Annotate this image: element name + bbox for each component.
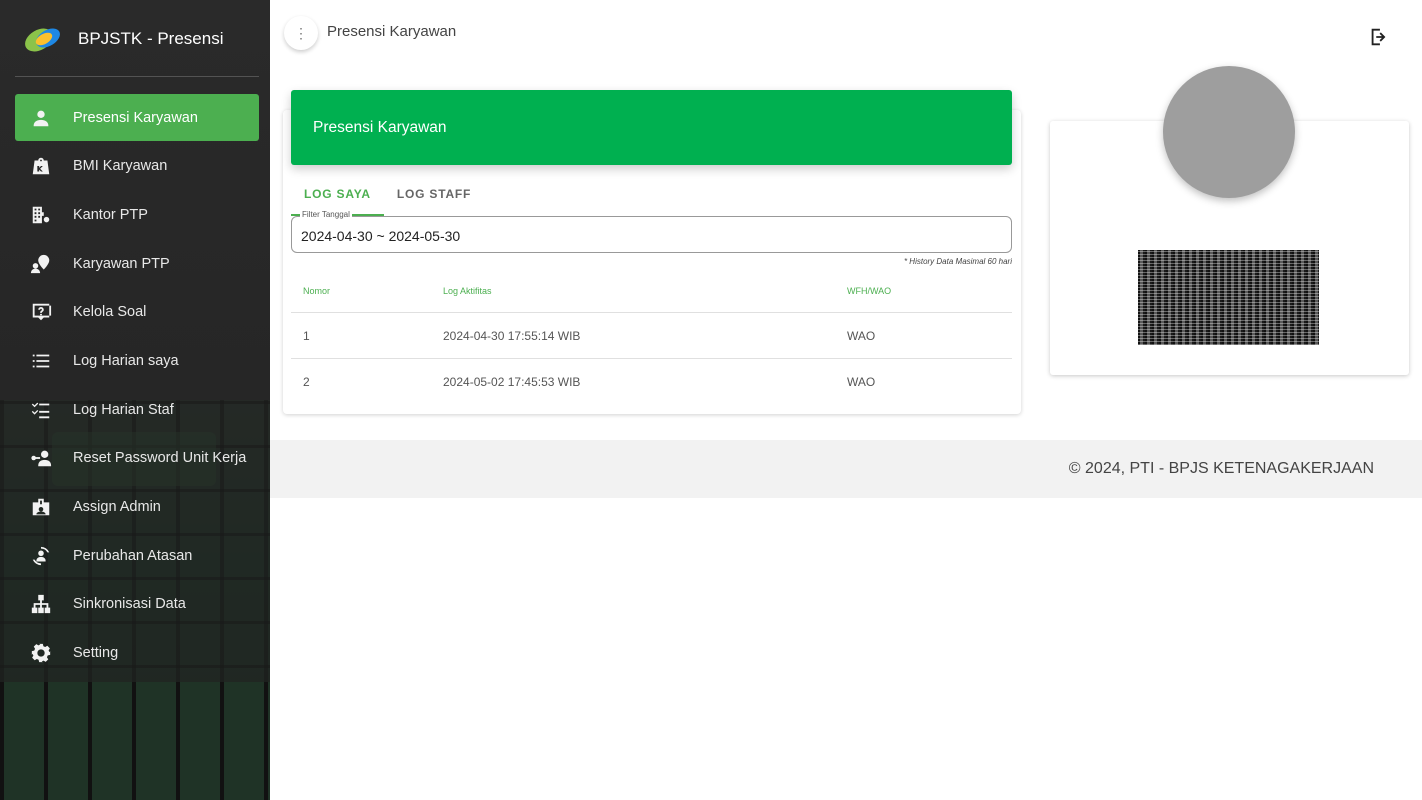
sidebar-item-kantor-ptp[interactable]: Kantor PTP [15, 191, 259, 238]
sidebar-item-sinkronisasi-data[interactable]: Sinkronisasi Data [15, 581, 259, 628]
key-person-icon [29, 446, 53, 470]
sidebar-item-label: Sinkronisasi Data [73, 596, 186, 613]
cell-wfh-wao: WAO [847, 328, 876, 343]
sidebar-item-log-harian-staf[interactable]: Log Harian Staf [15, 386, 259, 433]
table-row[interactable]: 2 2024-05-02 17:45:53 WIB WAO [291, 359, 1012, 405]
sidebar-item-reset-password[interactable]: Reset Password Unit Kerja [15, 435, 259, 482]
page-title: Presensi Karyawan [327, 23, 457, 40]
badge-icon [29, 495, 53, 519]
table-header: Nomor Log Aktifitas WFH/WAO [291, 270, 1012, 313]
log-table: Nomor Log Aktifitas WFH/WAO 1 2024-04-30… [291, 270, 1012, 405]
date-filter-label: Filter Tanggal [300, 210, 352, 219]
sidebar-item-label: Perubahan Atasan [73, 547, 193, 564]
sidebar-item-kelola-soal[interactable]: Kelola Soal [15, 289, 259, 336]
sidebar-item-label: Karyawan PTP [73, 255, 170, 272]
sidebar-item-label: Log Harian saya [73, 352, 179, 369]
sitemap-icon [29, 592, 53, 616]
app-title: BPJSTK - Presensi [78, 29, 224, 48]
cell-wfh-wao: WAO [847, 375, 876, 389]
column-header-log-aktifitas[interactable]: Log Aktifitas [430, 286, 834, 296]
employee-location-icon [29, 252, 53, 276]
sidebar-item-label: Assign Admin [73, 499, 161, 515]
sidebar-item-setting[interactable]: Setting [15, 630, 259, 677]
sidebar-menu: Presensi Karyawan BMI Karyawan Kantor PT… [15, 94, 259, 678]
sidebar-item-label: Reset Password Unit Kerja [73, 450, 247, 467]
sidebar-item-label: Presensi Karyawan [73, 109, 198, 126]
sidebar-item-label: Kantor PTP [73, 206, 148, 223]
list-icon [29, 349, 53, 373]
sidebar-item-karyawan-ptp[interactable]: Karyawan PTP [15, 240, 259, 287]
cell-nomor: 2 [303, 375, 310, 389]
checklist-icon [29, 398, 53, 422]
more-vertical-icon: ⋮ [294, 24, 308, 41]
sidebar-background-bottom [0, 682, 270, 800]
sidebar-item-bmi-karyawan[interactable]: BMI Karyawan [15, 143, 259, 190]
divider [15, 76, 259, 77]
date-filter-value: 2024-04-30 ~ 2024-05-30 [301, 228, 461, 244]
sidebar-item-label: BMI Karyawan [73, 158, 168, 175]
question-box-icon [29, 300, 53, 324]
gear-icon [29, 641, 53, 665]
person-sync-icon [29, 544, 53, 568]
cell-nomor: 1 [303, 328, 310, 343]
table-row[interactable]: 1 2024-04-30 17:55:14 WIB WAO [291, 313, 1012, 359]
sidebar-item-label: Setting [73, 645, 119, 662]
sidebar: BPJSTK - Presensi Presensi Karyawan BMI … [0, 0, 270, 800]
sidebar-item-log-harian-saya[interactable]: Log Harian saya [15, 337, 259, 384]
footer: © 2024, PTI - BPJS KETENAGAKERJAAN [270, 440, 1422, 498]
cell-log-aktifitas: 2024-04-30 17:55:14 WIB [443, 328, 581, 343]
tab-log-staff[interactable]: LOG STAFF [384, 180, 484, 216]
sidebar-item-assign-admin[interactable]: Assign Admin [15, 484, 259, 531]
sidebar-item-presensi-karyawan[interactable]: Presensi Karyawan [15, 94, 259, 141]
column-header-wfh-wao[interactable]: WFH/WAO [834, 286, 1012, 296]
history-note: * History Data Masimal 60 hari [903, 257, 1012, 266]
column-header-nomor[interactable]: Nomor [291, 286, 430, 296]
sidebar-item-perubahan-atasan[interactable]: Perubahan Atasan [15, 532, 259, 579]
date-filter-input[interactable]: Filter Tanggal 2024-04-30 ~ 2024-05-30 [291, 210, 1012, 253]
card-header: Presensi Karyawan [291, 90, 1012, 165]
brand[interactable]: BPJSTK - Presensi [22, 22, 224, 56]
bpjs-logo-icon [22, 22, 66, 56]
sidebar-toggle-button[interactable]: ⋮ [284, 16, 318, 50]
scale-icon [29, 154, 53, 178]
sidebar-item-label: Log Harian Staf [73, 401, 174, 418]
logout-icon[interactable] [1368, 26, 1390, 48]
avatar [1163, 66, 1295, 198]
cell-log-aktifitas: 2024-05-02 17:45:53 WIB [443, 375, 581, 389]
redacted-qr-image [1138, 250, 1319, 345]
person-icon [29, 106, 53, 130]
office-building-icon [29, 203, 53, 227]
copyright-text: © 2024, PTI - BPJS KETENAGAKERJAAN [1068, 460, 1374, 477]
sidebar-item-label: Kelola Soal [73, 304, 147, 321]
